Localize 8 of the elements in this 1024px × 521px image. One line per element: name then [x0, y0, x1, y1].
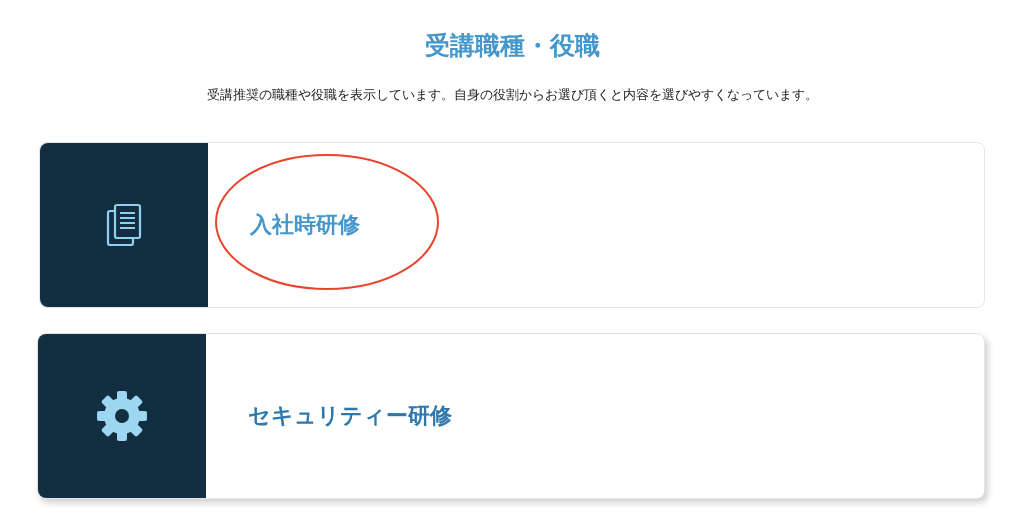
- gear-icon: [96, 390, 148, 442]
- description-text: 受講推奨の職種や役職を表示しています。自身の役割からお選び頂くと内容を選びやすくなっています。: [206, 86, 818, 104]
- page-heading: 受講職種・役職: [424, 30, 600, 62]
- course-card[interactable]: 入社時研修: [39, 142, 985, 308]
- course-title: 入社時研修: [250, 211, 360, 239]
- course-card[interactable]: セキュリティー研修: [37, 333, 985, 499]
- documents-icon: [106, 203, 142, 247]
- course-title: セキュリティー研修: [248, 402, 452, 430]
